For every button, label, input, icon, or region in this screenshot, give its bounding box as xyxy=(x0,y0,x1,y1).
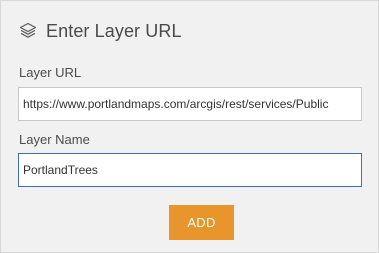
layers-icon xyxy=(19,22,37,40)
layer-name-label: Layer Name xyxy=(19,132,90,147)
enter-layer-url-panel: Enter Layer URL Layer URL Layer Name ADD xyxy=(0,0,379,253)
layer-url-input[interactable] xyxy=(18,87,362,121)
layer-name-input[interactable] xyxy=(18,153,362,187)
add-button[interactable]: ADD xyxy=(169,205,234,240)
panel-header: Enter Layer URL xyxy=(19,19,182,43)
panel-title: Enter Layer URL xyxy=(46,20,182,41)
layer-url-label: Layer URL xyxy=(19,65,82,80)
